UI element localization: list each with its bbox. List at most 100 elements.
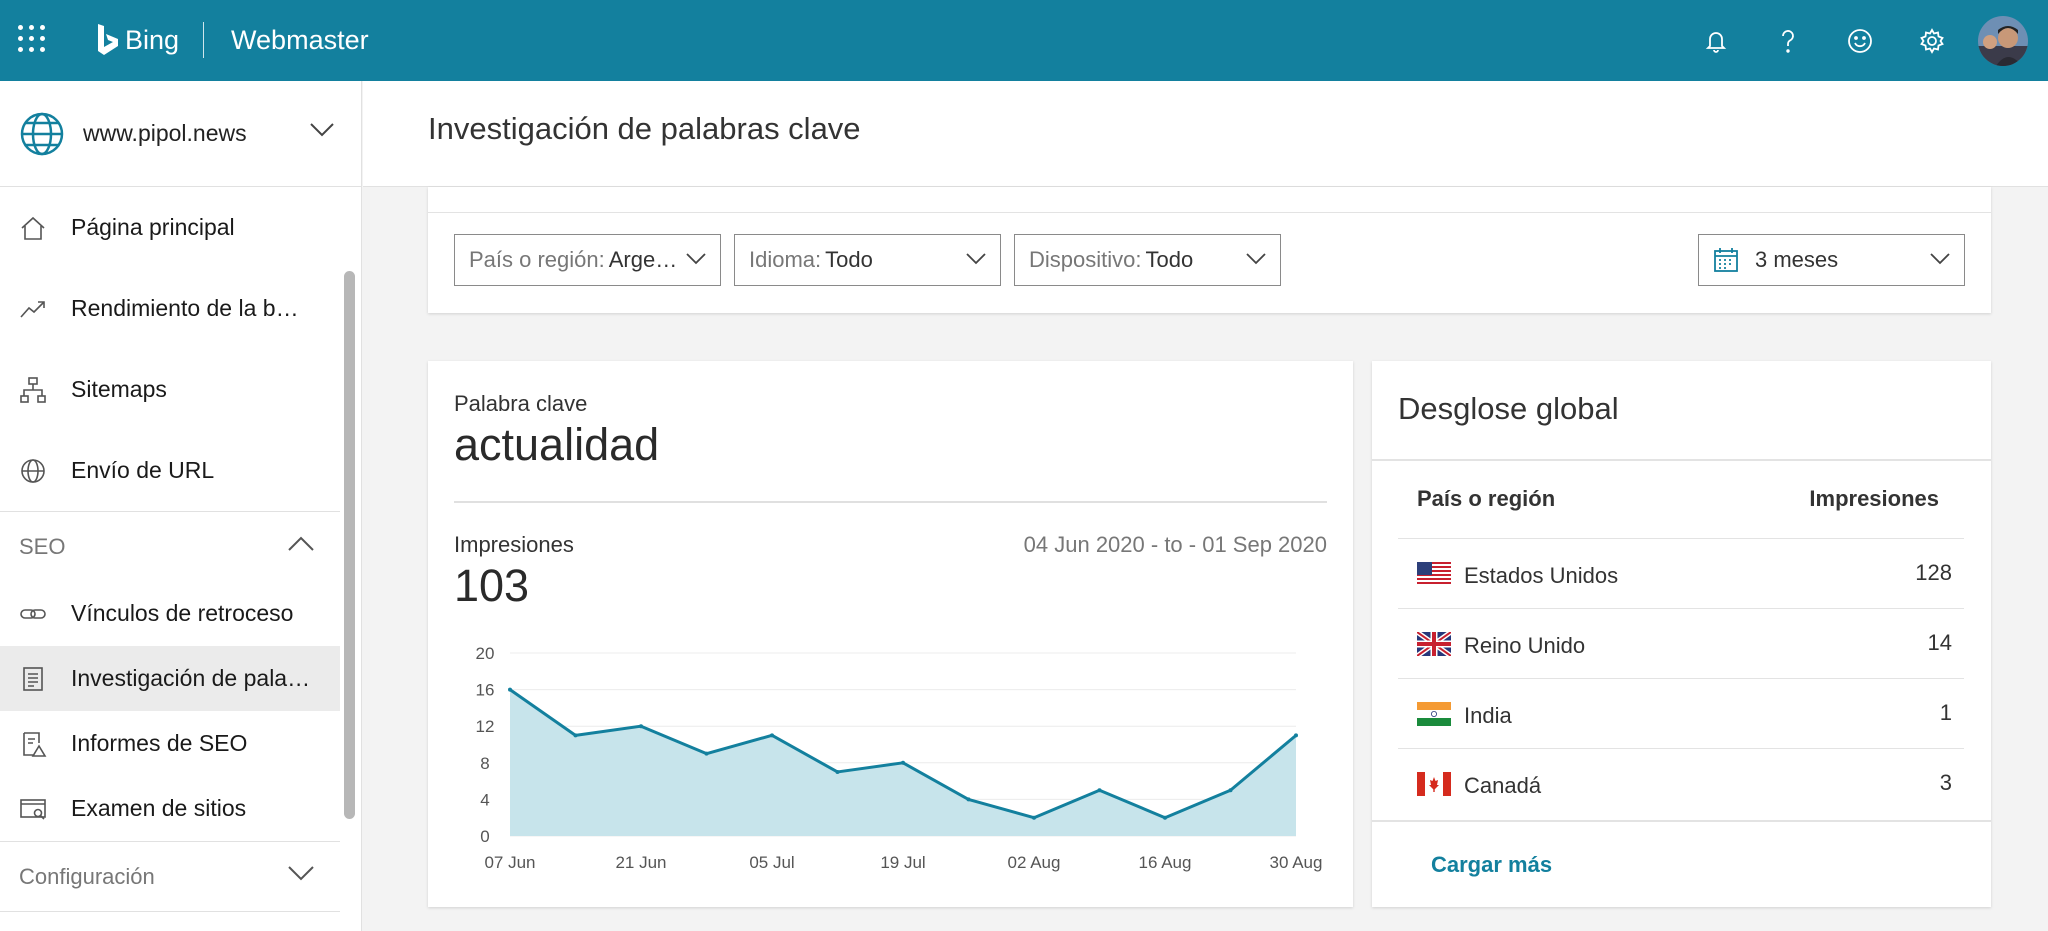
bing-logo-icon [98, 24, 118, 55]
breakdown-header-divider [1372, 459, 1991, 461]
sidebar-item-site-scan[interactable]: Examen de sitios [0, 776, 340, 841]
chevron-down-icon[interactable] [288, 866, 314, 881]
country-filter-dropdown[interactable]: País o región: Arge… [454, 234, 721, 286]
country-filter-key: País o región: [469, 247, 605, 272]
x-tick-label: 30 Aug [1270, 853, 1323, 872]
sidebar-item-label: Envío de URL [71, 457, 215, 483]
sidebar-nav: Página principal Rendimiento de la bú… S… [0, 187, 340, 931]
uk-flag-icon [1417, 632, 1451, 656]
chevron-down-icon[interactable] [310, 123, 334, 137]
impressions-count: 3 [1939, 770, 1952, 795]
table-row: Reino Unido 14 [1398, 608, 1964, 678]
country-name: Estados Unidos [1464, 563, 1619, 588]
chevron-down-icon [686, 253, 706, 265]
sidebar-item-label: Investigación de pala… [71, 665, 311, 691]
impressions-count: 14 [1927, 630, 1952, 655]
trend-icon [20, 300, 45, 318]
chevron-down-icon [966, 253, 986, 265]
country-name: Canadá [1464, 773, 1542, 798]
x-tick-label: 19 Jul [880, 853, 925, 872]
x-tick-label: 16 Aug [1139, 853, 1192, 872]
breakdown-title: Desglose global [1398, 391, 1619, 426]
breakdown-table: Estados Unidos 128 Reino Unido 14 India … [1398, 538, 1964, 818]
y-tick-label: 8 [480, 754, 489, 773]
section-seo[interactable]: SEO [0, 511, 340, 581]
sidebar: www.pipol.news Página principal Rendimie… [0, 81, 362, 931]
data-point [1228, 788, 1233, 793]
y-tick-label: 4 [480, 790, 489, 809]
data-point [835, 769, 840, 774]
brand[interactable]: Bing Webmaster [95, 20, 369, 60]
sidebar-item-sitemaps[interactable]: Sitemaps [0, 349, 340, 430]
data-point [1097, 788, 1102, 793]
app-launcher-icon[interactable] [18, 25, 46, 53]
x-tick-label: 02 Aug [1008, 853, 1061, 872]
keyword-card: Palabra clave actualidad Impresiones 103… [428, 361, 1353, 907]
chevron-down-icon [1930, 253, 1950, 265]
table-row: India 1 [1398, 678, 1964, 748]
canada-flag-icon [1417, 772, 1451, 796]
load-more-link[interactable]: Cargar más [1431, 852, 1552, 878]
section-divider [0, 911, 340, 931]
data-point [770, 733, 774, 738]
column-header-country[interactable]: País o región [1417, 486, 1555, 512]
sidebar-item-backlinks[interactable]: Vínculos de retroceso [0, 581, 340, 646]
x-tick-label: 05 Jul [749, 853, 794, 872]
help-icon[interactable] [1752, 0, 1824, 81]
sidebar-item-url-submission[interactable]: Envío de URL [0, 430, 340, 511]
sidebar-item-label: Rendimiento de la bú… [71, 295, 311, 321]
chevron-up-icon[interactable] [288, 536, 314, 551]
data-point [639, 724, 643, 729]
section-seo-label: SEO [19, 533, 66, 559]
section-configuration-label: Configuración [19, 863, 155, 889]
product-name: Webmaster [231, 24, 369, 55]
data-point [1163, 815, 1167, 820]
sidebar-item-search-performance[interactable]: Rendimiento de la bú… [0, 268, 340, 349]
sidebar-item-label: Informes de SEO [71, 730, 248, 756]
language-filter-dropdown[interactable]: Idioma: Todo [734, 234, 1001, 286]
gear-icon[interactable] [1896, 0, 1968, 81]
global-breakdown-card: Desglose global País o región Impresione… [1372, 361, 1991, 907]
period-dropdown[interactable]: 3 meses [1698, 234, 1965, 286]
device-filter-key: Dispositivo: [1029, 247, 1142, 272]
data-point [901, 760, 905, 765]
language-filter-key: Idioma: [749, 247, 822, 272]
feedback-smile-icon[interactable] [1824, 0, 1896, 81]
section-configuration[interactable]: Configuración [0, 841, 340, 911]
table-row: Estados Unidos 128 [1398, 538, 1964, 608]
country-name: Reino Unido [1464, 633, 1586, 658]
report-icon [23, 731, 47, 757]
period-value: 3 meses [1755, 247, 1839, 272]
data-point [966, 797, 971, 802]
device-filter-dropdown[interactable]: Dispositivo: Todo [1014, 234, 1281, 286]
y-tick-label: 20 [476, 644, 495, 663]
sidebar-scrollbar[interactable] [344, 271, 355, 819]
data-point [508, 687, 512, 692]
bell-icon[interactable] [1680, 0, 1752, 81]
home-icon [21, 216, 45, 240]
filter-divider [428, 212, 1991, 213]
y-tick-label: 12 [476, 717, 495, 736]
avatar[interactable] [1978, 15, 2028, 66]
sidebar-item-label: Sitemaps [71, 376, 167, 402]
sidebar-item-keyword-research[interactable]: Investigación de pala… [0, 646, 340, 711]
site-name: www.pipol.news [83, 120, 247, 146]
globe-icon [20, 112, 64, 155]
device-filter-value: Todo [1145, 247, 1194, 272]
sidebar-item-home[interactable]: Página principal [0, 187, 340, 268]
brand-divider [203, 22, 205, 58]
sidebar-item-seo-reports[interactable]: Informes de SEO [0, 711, 340, 776]
breakdown-footer-divider [1372, 820, 1991, 822]
country-filter-value: Arge… [608, 247, 678, 272]
site-selector[interactable]: www.pipol.news [0, 81, 362, 187]
y-tick-label: 16 [476, 681, 495, 700]
impressions-count: 1 [1939, 700, 1952, 725]
globe-icon [21, 458, 45, 483]
sitemap-icon [20, 376, 46, 403]
india-flag-icon [1417, 702, 1451, 726]
country-name: India [1464, 703, 1512, 728]
top-bar: Bing Webmaster [0, 0, 2048, 81]
data-point [704, 751, 709, 756]
column-header-impressions[interactable]: Impresiones [1809, 486, 1939, 512]
x-tick-label: 07 Jun [484, 853, 535, 872]
